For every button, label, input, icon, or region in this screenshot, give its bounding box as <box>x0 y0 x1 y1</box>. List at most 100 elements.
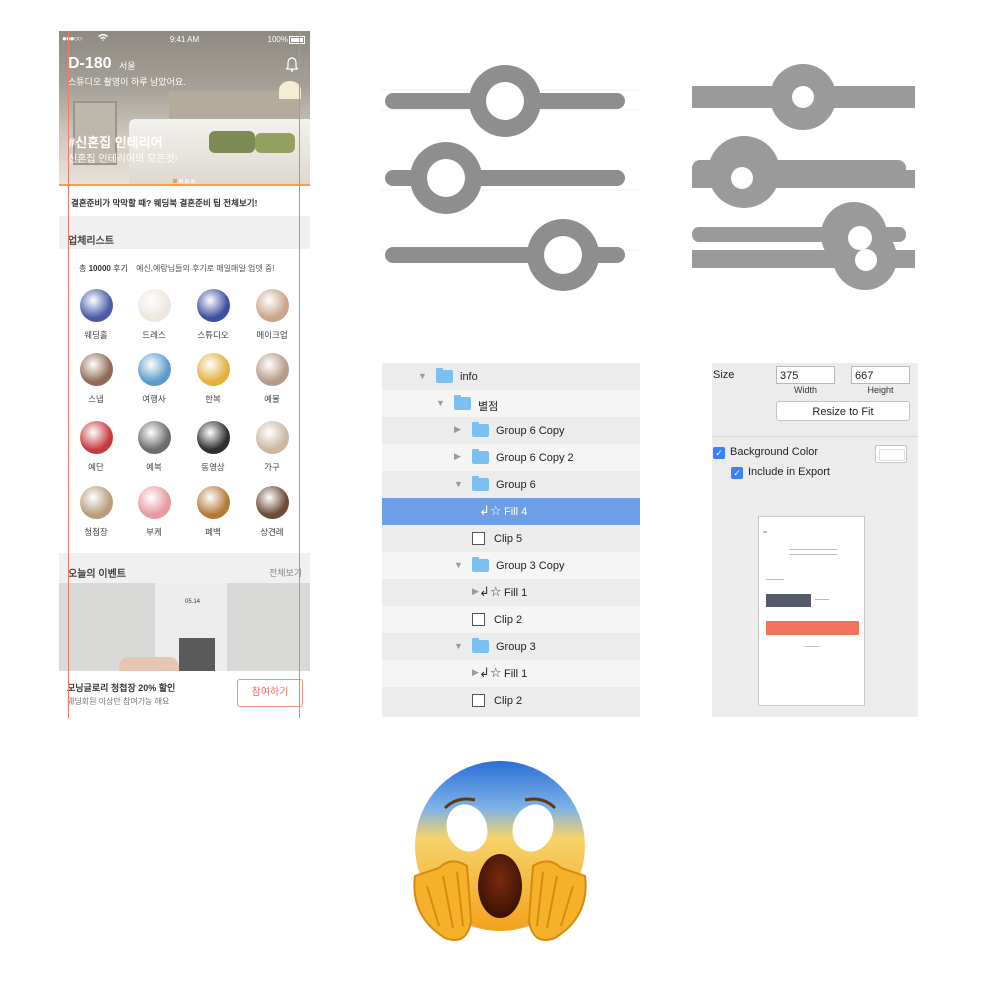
layer-row[interactable]: ▼ Group 3 Copy <box>382 552 640 579</box>
vendor-category-thumbnail <box>79 289 113 322</box>
vendor-category-item[interactable]: 부케 <box>129 486 179 538</box>
layer-row[interactable]: ▼ info <box>382 363 640 390</box>
join-button[interactable]: 참여하기 <box>237 679 303 707</box>
vendor-category-item[interactable]: 한복 <box>188 353 238 405</box>
shape-star-icon: ↲☆ <box>479 503 502 518</box>
events-title: 오늘의 이벤트 <box>68 569 126 580</box>
layer-name: Group 6 <box>496 479 536 491</box>
vendor-category-thumbnail <box>137 353 171 386</box>
layer-name: Group 3 Copy <box>496 560 565 572</box>
vendor-category-item[interactable]: 폐백 <box>188 486 238 538</box>
vendor-category-item[interactable]: 스튜디오 <box>188 289 238 341</box>
vendor-category-item[interactable]: 상견례 <box>247 486 297 538</box>
vendor-category-label: 동영상 <box>201 462 225 472</box>
vendor-category-label: 메이크업 <box>256 330 288 340</box>
battery-percent: 100% <box>267 35 288 44</box>
vendor-category-item[interactable]: 메이크업 <box>247 289 297 341</box>
vendor-category-label: 가구 <box>264 462 280 472</box>
vendor-category-thumbnail <box>137 289 171 322</box>
vendor-category-thumbnail <box>79 353 113 386</box>
disclosure-expanded-icon[interactable]: ▼ <box>454 641 463 651</box>
disclosure-collapsed-icon[interactable]: ▶ <box>454 451 461 462</box>
mask-rectangle-icon <box>472 694 485 707</box>
background-color-checkbox[interactable]: ✓ <box>713 447 725 459</box>
bell-icon[interactable] <box>285 57 299 72</box>
folder-icon <box>472 638 489 653</box>
vendor-category-label: 스튜디오 <box>197 330 229 340</box>
layer-row[interactable]: ▶ Group 6 Copy <box>382 417 640 444</box>
layer-row[interactable]: ▶ ↲☆ Fill 1 <box>382 660 640 687</box>
vendor-category-item[interactable]: 예단 <box>71 421 121 473</box>
vendor-category-item[interactable]: 웨딩홀 <box>71 289 121 341</box>
invitation-photo <box>179 638 215 671</box>
shape-star-icon: ↲☆ <box>479 584 502 599</box>
vendor-category-item[interactable]: 예물 <box>247 353 297 405</box>
divider <box>712 436 918 437</box>
layer-row[interactable]: Clip 2 <box>382 606 640 633</box>
review-number: 10000 <box>88 264 111 273</box>
layer-row[interactable]: ▼ 별점 <box>382 390 640 417</box>
folder-icon <box>472 422 489 437</box>
hero-pillow <box>255 133 295 153</box>
city-label[interactable]: 서울 <box>119 59 136 72</box>
hero-subtitle: 신혼집 인테리어의 모든것! <box>68 154 178 165</box>
vendor-category-label: 드레스 <box>142 330 166 340</box>
review-suffix: 후기 <box>113 264 128 273</box>
events-more-link[interactable]: 전체보기 <box>269 566 302 579</box>
vendor-category-item[interactable]: 스냅 <box>71 353 121 405</box>
layer-row[interactable]: ▼ Group 3 <box>382 633 640 660</box>
background-color-swatch[interactable] <box>875 445 907 463</box>
layer-row[interactable]: ▶ ↲☆ Fill 1 <box>382 579 640 606</box>
layer-row[interactable]: Clip 2 <box>382 687 640 714</box>
disclosure-collapsed-icon[interactable]: ▶ <box>472 667 479 678</box>
disclosure-expanded-icon[interactable]: ▼ <box>418 371 427 381</box>
layer-row[interactable]: ▶ Group 6 Copy 2 <box>382 444 640 471</box>
mobile-app-mockup: ●●●○○ 9:41 AM 100% D-180 서울 스튜디오 촬영이 하루 … <box>59 31 310 718</box>
tips-banner-text: 결혼준비가 막막할 때? 웨딩북 결혼준비 팁 전체보기! <box>71 198 258 208</box>
include-in-export-checkbox[interactable]: ✓ <box>731 467 743 479</box>
layer-name: Clip 5 <box>494 533 523 545</box>
vendor-category-label: 폐백 <box>205 527 221 537</box>
vendor-category-item[interactable]: 동영상 <box>188 421 238 473</box>
width-label: Width <box>793 385 817 395</box>
background-color-label: Background Color <box>730 446 819 458</box>
carousel-dots[interactable] <box>173 170 197 183</box>
sliders-icon <box>380 65 640 291</box>
artboard-preview[interactable] <box>758 516 865 706</box>
vendor-category-thumbnail <box>255 289 289 322</box>
tips-banner[interactable]: 결혼준비가 막막할 때? 웨딩북 결혼준비 팁 전체보기! <box>59 186 310 216</box>
inspector-panel: Size 375 667 Width Height Resize to Fit … <box>712 363 918 717</box>
vendor-category-item[interactable]: 예복 <box>129 421 179 473</box>
vendor-category-thumbnail <box>255 421 289 454</box>
layer-name: Clip 2 <box>494 614 523 626</box>
resize-to-fit-button[interactable]: Resize to Fit <box>776 401 910 421</box>
disclosure-expanded-icon[interactable]: ▼ <box>454 479 463 489</box>
event-image[interactable]: 05.14 <box>59 583 310 671</box>
size-label: Size <box>713 369 735 381</box>
folder-icon <box>472 557 489 572</box>
layer-name: Fill 4 <box>504 506 528 518</box>
layer-row[interactable]: ↲☆ Fill 4 <box>382 498 640 525</box>
shape-star-icon: ↲☆ <box>479 665 502 680</box>
folder-icon <box>472 476 489 491</box>
vendor-category-item[interactable]: 드레스 <box>129 289 179 341</box>
disclosure-collapsed-icon[interactable]: ▶ <box>472 586 479 597</box>
vendor-category-thumbnail <box>137 486 171 519</box>
disclosure-collapsed-icon[interactable]: ▶ <box>454 424 461 435</box>
vendor-category-item[interactable]: 여행사 <box>129 353 179 405</box>
vendor-category-label: 웨딩홀 <box>84 330 108 340</box>
disclosure-expanded-icon[interactable]: ▼ <box>436 398 445 408</box>
review-count: 총 10000 후기 예신,예랑님들의 후기로 매일매일 업뎃 중! <box>79 263 275 274</box>
preview-close-icon <box>763 531 767 533</box>
height-input[interactable]: 667 <box>851 366 910 384</box>
vendor-category-item[interactable]: 가구 <box>247 421 297 473</box>
layer-row[interactable]: Clip 5 <box>382 525 640 552</box>
sliders-icon <box>692 64 915 290</box>
vendor-category-label: 예물 <box>264 394 280 404</box>
disclosure-expanded-icon[interactable]: ▼ <box>454 560 463 570</box>
vendor-category-item[interactable]: 청첩장 <box>71 486 121 538</box>
vendor-category-label: 예복 <box>146 462 162 472</box>
layer-row[interactable]: ▼ Group 6 <box>382 471 640 498</box>
width-input[interactable]: 375 <box>776 366 835 384</box>
preview-text <box>805 646 819 647</box>
